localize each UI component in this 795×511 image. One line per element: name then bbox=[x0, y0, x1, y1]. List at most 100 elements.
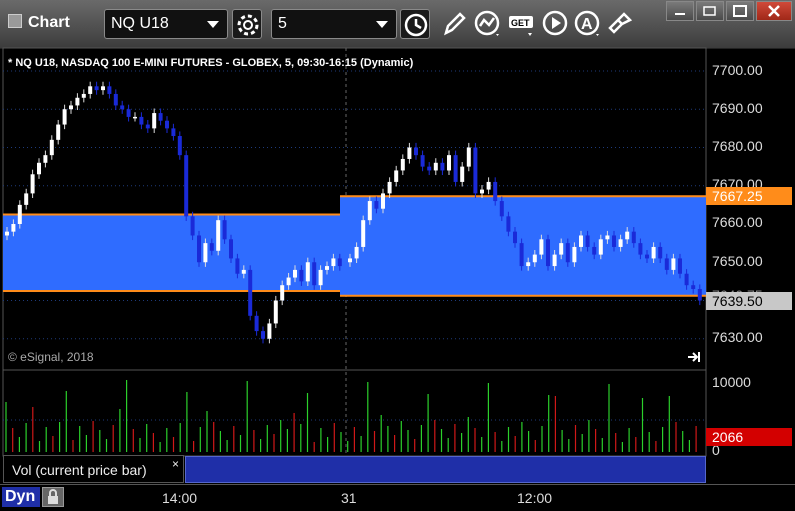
candle-body bbox=[414, 147, 418, 156]
candle-body bbox=[400, 158, 405, 171]
candle-body bbox=[197, 235, 201, 263]
candle-body bbox=[499, 201, 504, 217]
candle-body bbox=[209, 243, 214, 251]
time-axis bbox=[0, 484, 795, 511]
candle-body bbox=[184, 155, 189, 217]
candle-body bbox=[88, 86, 93, 94]
volume-axis-label: 10000 bbox=[712, 374, 751, 390]
candle-body bbox=[440, 162, 445, 171]
candle-body bbox=[254, 315, 259, 332]
candle-body bbox=[460, 166, 465, 182]
candle-body bbox=[101, 86, 105, 91]
close-volume-panel-icon[interactable]: × bbox=[172, 457, 179, 471]
candle-body bbox=[506, 216, 511, 232]
candle-body bbox=[62, 109, 67, 125]
chart-title: * NQ U18, NASDAQ 100 E-MINI FUTURES - GL… bbox=[8, 57, 414, 69]
candle-body bbox=[579, 235, 583, 247]
candle-body bbox=[645, 254, 649, 259]
candle-body bbox=[374, 201, 379, 209]
time-axis-label: 31 bbox=[341, 490, 357, 506]
candle-body bbox=[337, 258, 342, 267]
candle-body bbox=[532, 254, 537, 263]
candle-body bbox=[565, 243, 570, 263]
candle-body bbox=[559, 243, 564, 255]
candle-body bbox=[113, 93, 118, 106]
candle-body bbox=[107, 86, 112, 94]
candle-body bbox=[273, 300, 278, 324]
candle-body bbox=[222, 220, 227, 240]
candle-body bbox=[331, 258, 336, 267]
price-axis-label: 7690.00 bbox=[712, 100, 763, 116]
candle-body bbox=[625, 231, 630, 240]
candle-body bbox=[552, 254, 557, 267]
upper-band-price-tag: 7667.25 bbox=[706, 187, 792, 205]
price-axis-label: 7680.00 bbox=[712, 138, 763, 154]
candle-body bbox=[585, 235, 590, 247]
candle-body bbox=[691, 285, 696, 290]
candle-body bbox=[546, 239, 550, 267]
candle-body bbox=[394, 170, 399, 182]
candle-body bbox=[203, 243, 208, 263]
candle-body bbox=[671, 258, 676, 270]
candle-body bbox=[598, 239, 603, 255]
price-axis-label: 7660.00 bbox=[712, 214, 763, 230]
candle-body bbox=[293, 269, 297, 278]
candle-body bbox=[261, 331, 265, 339]
dynamic-button[interactable]: Dyn bbox=[2, 487, 40, 507]
candle-body bbox=[473, 147, 478, 194]
candle-body bbox=[235, 258, 240, 274]
candle-body bbox=[361, 220, 366, 247]
candle-body bbox=[697, 289, 702, 301]
candle-body bbox=[387, 181, 392, 194]
price-axis-label: 7700.00 bbox=[712, 62, 763, 78]
candle-body bbox=[139, 116, 144, 125]
candle-body bbox=[30, 174, 35, 194]
candle-body bbox=[684, 273, 689, 286]
candle-body bbox=[427, 166, 432, 171]
candle-body bbox=[152, 113, 157, 129]
candle-body bbox=[526, 262, 531, 267]
candle-body bbox=[75, 97, 80, 106]
candle-body bbox=[241, 269, 246, 274]
candle-body bbox=[312, 262, 317, 286]
candle-body bbox=[493, 181, 498, 202]
copyright-text: © eSignal, 2018 bbox=[8, 350, 94, 364]
volume-panel-bar bbox=[185, 456, 706, 483]
candle-body bbox=[354, 246, 359, 259]
candle-body bbox=[348, 258, 352, 263]
lock-button[interactable] bbox=[42, 487, 64, 507]
candle-body bbox=[678, 258, 682, 274]
volume-tag: 2066 bbox=[706, 428, 792, 446]
candle-body bbox=[658, 246, 663, 259]
candle-body bbox=[94, 86, 99, 91]
candle-body bbox=[126, 109, 131, 117]
candle-body bbox=[407, 147, 412, 159]
candle-body bbox=[638, 243, 643, 255]
scroll-to-end-icon[interactable] bbox=[686, 350, 702, 364]
price-axis-label: 7630.00 bbox=[712, 329, 763, 345]
value-area-band bbox=[3, 214, 344, 291]
candle-body bbox=[367, 201, 372, 221]
candle-body bbox=[145, 124, 150, 129]
candle-body bbox=[17, 204, 22, 224]
candle-body bbox=[120, 105, 125, 110]
time-axis-label: 12:00 bbox=[517, 490, 553, 506]
candle-body bbox=[664, 258, 669, 270]
candle-body bbox=[69, 105, 73, 110]
candle-body bbox=[381, 193, 385, 209]
price-chart[interactable] bbox=[0, 0, 795, 510]
candle-body bbox=[318, 269, 323, 286]
candle-body bbox=[453, 155, 458, 182]
candle-body bbox=[605, 235, 610, 240]
candle-body bbox=[651, 246, 656, 259]
candle-body bbox=[612, 235, 616, 247]
candle-body bbox=[466, 147, 471, 167]
candle-body bbox=[24, 193, 29, 205]
candle-body bbox=[158, 113, 163, 121]
price-axis-label: 7650.00 bbox=[712, 253, 763, 269]
candle-body bbox=[480, 189, 484, 194]
candle-body bbox=[171, 128, 176, 137]
candle-body bbox=[5, 231, 9, 236]
candle-body bbox=[81, 93, 86, 98]
candle-body bbox=[631, 231, 636, 244]
